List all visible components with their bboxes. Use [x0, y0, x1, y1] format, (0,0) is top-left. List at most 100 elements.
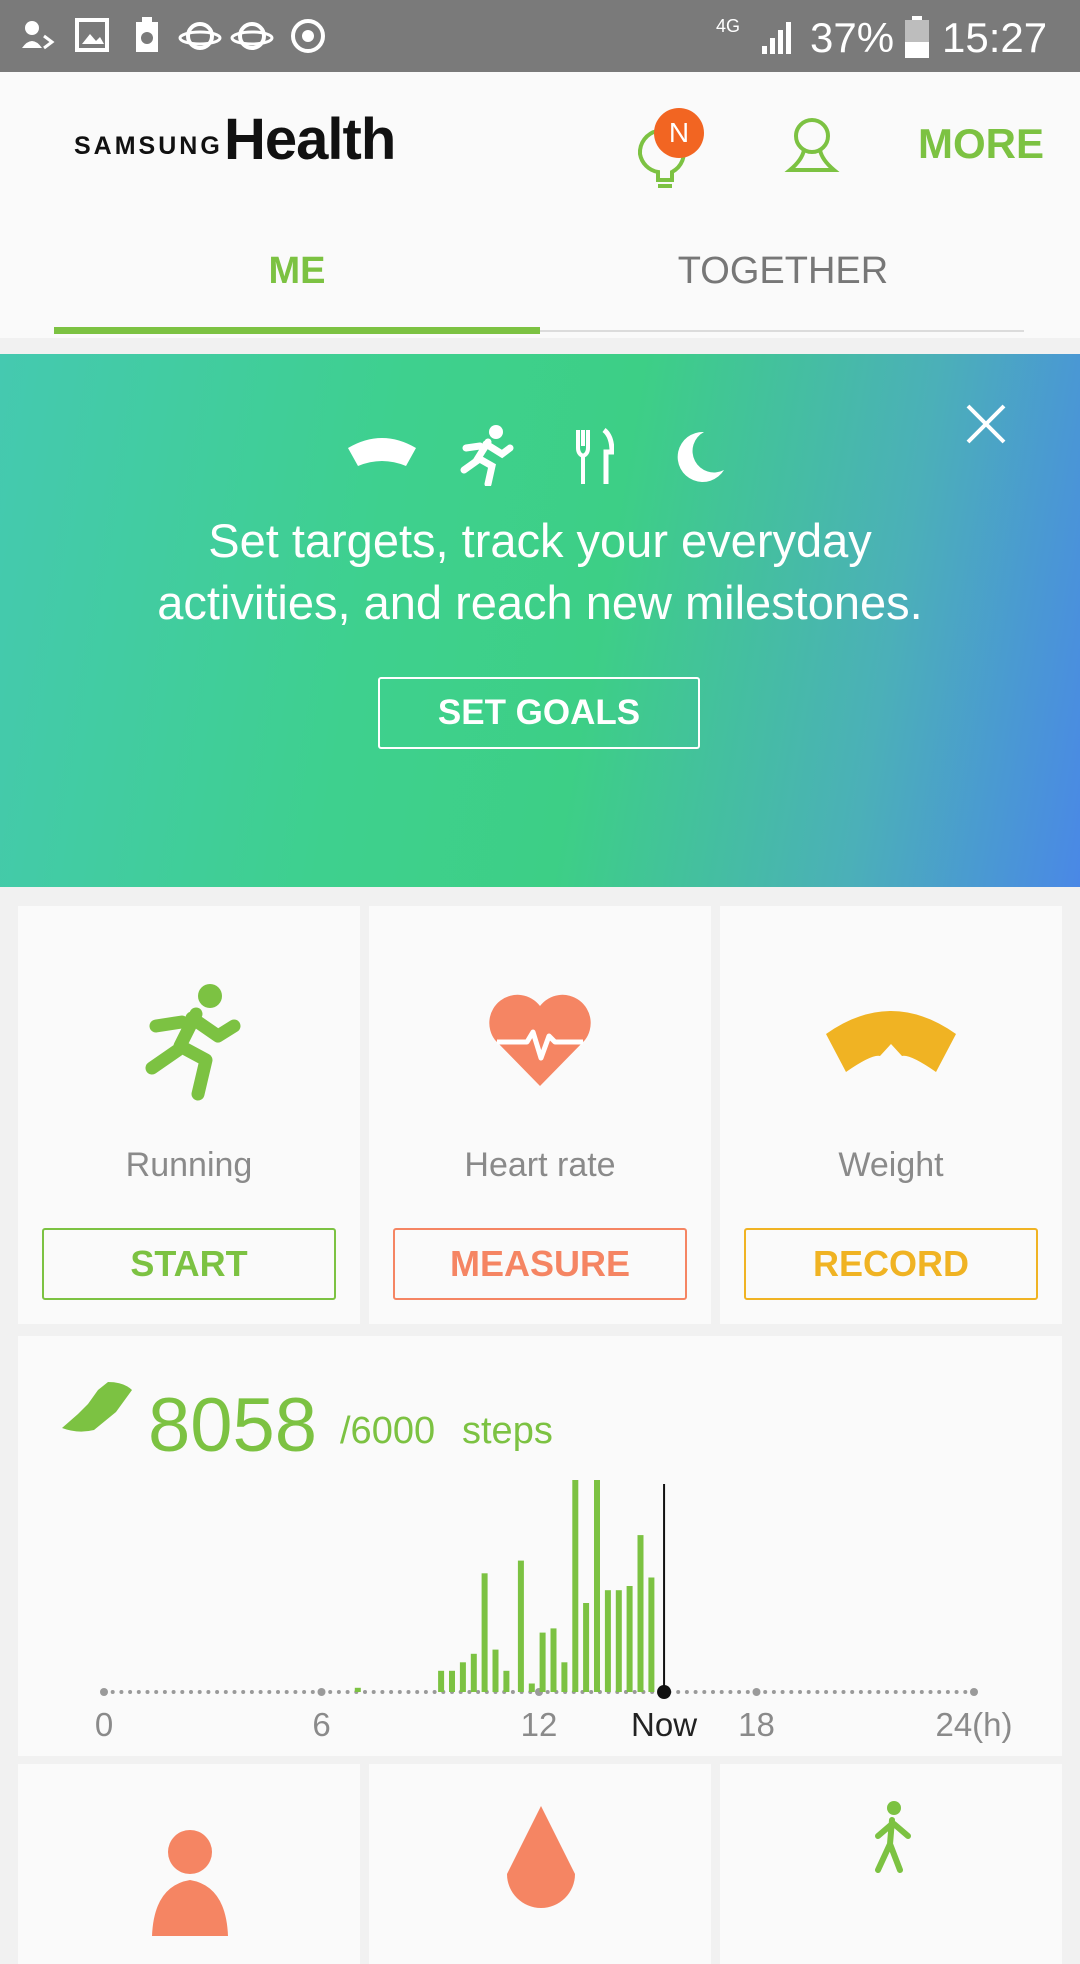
axis-tick	[100, 1688, 108, 1696]
axis-dot	[867, 1690, 872, 1694]
axis-dot	[763, 1690, 768, 1694]
brand-samsung: SAMSUNG	[74, 132, 223, 160]
axis-dot	[267, 1690, 272, 1694]
axis-dot	[110, 1690, 115, 1694]
steps-bar	[470, 1653, 477, 1692]
axis-dot	[406, 1690, 411, 1694]
planet-icon	[178, 22, 222, 50]
banner-message-line2: activities, and reach new milestones.	[157, 576, 923, 629]
axis-dot	[397, 1690, 402, 1694]
axis-dot	[276, 1690, 280, 1694]
start-running-button[interactable]: START	[42, 1228, 336, 1300]
axis-dot	[145, 1690, 150, 1694]
x-tick-label: 24(h)	[935, 1706, 1013, 1743]
axis-dot	[693, 1690, 698, 1694]
axis-dot	[415, 1690, 420, 1694]
axis-dot	[232, 1690, 237, 1694]
axis-dot	[824, 1690, 829, 1694]
steps-bar	[604, 1590, 611, 1692]
banner-message-line1: Set targets, track your everyday	[208, 514, 872, 567]
tab-together[interactable]: TOGETHER	[540, 250, 1026, 293]
planet-icon	[230, 22, 274, 50]
heart-rate-card[interactable]: Heart rate MEASURE	[369, 906, 711, 1324]
axis-dot	[180, 1690, 185, 1694]
weight-card[interactable]: Weight RECORD	[720, 906, 1062, 1324]
axis-tick	[970, 1688, 978, 1696]
axis-dot	[171, 1690, 176, 1694]
banner-message: Set targets, track your everyday activit…	[60, 510, 1020, 634]
status-bar: 4G 37% 15:27	[0, 0, 1080, 72]
axis-dot	[162, 1690, 167, 1694]
steps-bar	[539, 1632, 546, 1692]
tips-button[interactable]: N	[630, 108, 710, 188]
axis-dot	[206, 1690, 211, 1694]
axis-dot	[850, 1690, 855, 1694]
steps-bar	[561, 1662, 568, 1692]
fork-knife-icon	[576, 428, 614, 484]
axis-dot	[728, 1690, 733, 1694]
axis-dot	[893, 1690, 898, 1694]
axis-dot	[737, 1690, 742, 1694]
notification-badge: N	[654, 108, 704, 158]
axis-dot	[684, 1690, 689, 1694]
steps-bar	[637, 1535, 644, 1692]
weight-label: Weight	[838, 1146, 944, 1184]
axis-dot	[911, 1690, 916, 1694]
water-drop-icon	[507, 1806, 575, 1908]
weight-scale-icon	[348, 438, 416, 466]
axis-dot	[310, 1690, 315, 1694]
record-weight-button[interactable]: RECORD	[744, 1228, 1038, 1300]
water-card[interactable]	[369, 1764, 711, 1964]
axis-dot	[798, 1690, 802, 1694]
more-button[interactable]: MORE	[918, 120, 1044, 168]
x-tick-label: 18	[738, 1706, 775, 1743]
axis-dot	[928, 1690, 933, 1694]
x-tick-label: 6	[312, 1706, 331, 1743]
steps-bar	[583, 1603, 590, 1692]
axis-dot	[954, 1690, 959, 1694]
axis-dot	[363, 1690, 367, 1694]
axis-dot	[858, 1690, 863, 1694]
axis-dot	[815, 1690, 820, 1694]
steps-bar	[517, 1560, 524, 1692]
axis-dot	[702, 1690, 707, 1694]
running-card[interactable]: Running START	[18, 906, 360, 1324]
walking-card[interactable]	[720, 1764, 1062, 1964]
gallery-icon	[75, 18, 109, 52]
clock: 15:27	[942, 14, 1048, 61]
body-card[interactable]	[18, 1764, 360, 1964]
axis-dot	[223, 1690, 228, 1694]
running-label: Running	[125, 1146, 253, 1184]
axis-dot	[632, 1690, 637, 1694]
steps-bar	[550, 1628, 557, 1692]
battery-saver-icon	[136, 17, 158, 52]
steps-unit: steps	[462, 1410, 553, 1452]
axis-dot	[676, 1690, 681, 1694]
steps-bar	[503, 1670, 510, 1692]
tab-me[interactable]: ME	[54, 250, 540, 293]
measure-heart-rate-button[interactable]: MEASURE	[393, 1228, 687, 1300]
axis-dot	[389, 1690, 394, 1694]
now-marker	[657, 1685, 672, 1699]
close-icon[interactable]	[964, 402, 1008, 446]
tab-indicator	[54, 327, 540, 334]
set-goals-button[interactable]: SET GOALS	[378, 677, 700, 749]
axis-dot	[589, 1690, 594, 1694]
profile-icon[interactable]	[782, 114, 842, 178]
axis-dot	[119, 1690, 124, 1694]
brand-health: Health	[224, 107, 396, 172]
axis-dot	[215, 1690, 220, 1694]
network-type: 4G	[716, 16, 741, 36]
heart-rate-label: Heart rate	[464, 1146, 616, 1184]
x-tick-label: 0	[94, 1706, 114, 1743]
steps-bar	[492, 1649, 499, 1692]
steps-bar	[354, 1687, 361, 1692]
axis-dot	[336, 1690, 341, 1694]
axis-dot	[154, 1690, 159, 1694]
steps-target: /6000	[340, 1410, 436, 1452]
x-tick-label: 12	[520, 1706, 558, 1743]
app-header	[0, 72, 1080, 338]
axis-dot	[771, 1690, 776, 1694]
axis-dot	[806, 1690, 811, 1694]
chart-axis	[100, 1688, 978, 1696]
